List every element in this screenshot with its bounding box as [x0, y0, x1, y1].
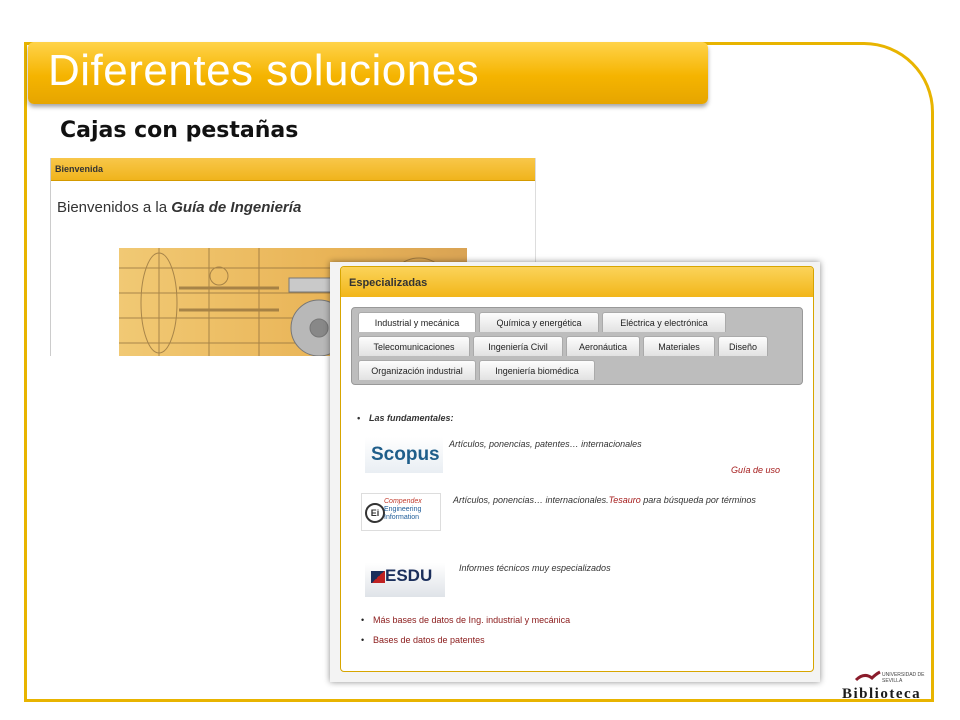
tab-electrica-electronica[interactable]: Eléctrica y electrónica — [602, 312, 726, 332]
compendex-line3: Information — [384, 514, 420, 521]
welcome-prefix: Bienvenidos a la — [57, 199, 172, 216]
scopus-logo[interactable]: Scopus — [365, 437, 443, 473]
compendex-description: Artículos, ponencias… internacionales.Te… — [453, 493, 773, 508]
tab-content: Las fundamentales: Scopus Artículos, pon… — [341, 393, 813, 671]
tab-ingenieria-civil[interactable]: Ingeniería Civil — [473, 336, 563, 356]
tab-materiales[interactable]: Materiales — [643, 336, 715, 356]
esdu-mark-icon — [371, 571, 385, 583]
biblioteca-wordmark: Biblioteca — [842, 686, 922, 702]
esdu-logo-text: ESDU — [385, 566, 433, 585]
ei-mark: Ei — [365, 503, 385, 523]
tab-industrial-mecanica[interactable]: Industrial y mecánica — [358, 312, 476, 332]
scopus-logo-text: Scopus — [371, 444, 440, 465]
slide-title: Diferentes soluciones — [48, 46, 480, 95]
tab-bar: Industrial y mecánica Química y energéti… — [351, 307, 803, 385]
tab-ingenieria-biomedica[interactable]: Ingeniería biomédica — [479, 360, 595, 380]
tab-quimica-energetica[interactable]: Química y energética — [479, 312, 599, 332]
biblioteca-logo: UNIVERSIDAD DE SEVILLA Biblioteca — [836, 666, 932, 706]
title-bar: Diferentes soluciones — [28, 42, 708, 104]
compendex-logo-text: Compendex Engineering Information — [384, 498, 422, 522]
section-title: Las fundamentales: — [357, 413, 453, 423]
compendex-line1: Compendex — [384, 498, 422, 505]
scopus-description: Artículos, ponencias, patentes… internac… — [449, 439, 642, 449]
welcome-text: Bienvenidos a la Guía de Ingeniería — [51, 181, 535, 216]
slide-subtitle: Cajas con pestañas — [60, 118, 299, 143]
compendex-line2: Engineering — [384, 506, 422, 513]
esdu-description: Informes técnicos muy especializados — [459, 563, 611, 573]
esdu-logo[interactable]: ESDU — [365, 563, 445, 597]
tab-diseno[interactable]: Diseño — [718, 336, 768, 356]
university-name: UNIVERSIDAD DE SEVILLA — [882, 672, 925, 684]
welcome-panel-header: Bienvenida — [51, 158, 535, 181]
tab-telecomunicaciones[interactable]: Telecomunicaciones — [358, 336, 470, 356]
compendex-desc-text: Artículos, ponencias… internacionales. — [453, 495, 609, 505]
tab-organizacion-industrial[interactable]: Organización industrial — [358, 360, 476, 380]
specialized-box: Especializadas Industrial y mecánica Quí… — [340, 266, 814, 672]
more-databases-link[interactable]: Más bases de datos de Ing. industrial y … — [361, 615, 570, 625]
book-icon — [854, 670, 881, 682]
compendex-logo[interactable]: Ei Compendex Engineering Information — [361, 493, 441, 531]
patents-databases-link[interactable]: Bases de datos de patentes — [361, 635, 485, 645]
specialized-panel-screenshot: Especializadas Industrial y mecánica Quí… — [330, 262, 820, 682]
thesaurus-link[interactable]: Tesauro — [609, 495, 641, 505]
specialized-header: Especializadas — [341, 267, 813, 297]
compendex-desc-tail: para búsqueda por términos — [640, 495, 756, 505]
scopus-guide-link[interactable]: Guía de uso — [731, 465, 780, 475]
tab-aeronautica[interactable]: Aeronáutica — [566, 336, 640, 356]
welcome-emphasis: Guía de Ingeniería — [171, 199, 302, 216]
